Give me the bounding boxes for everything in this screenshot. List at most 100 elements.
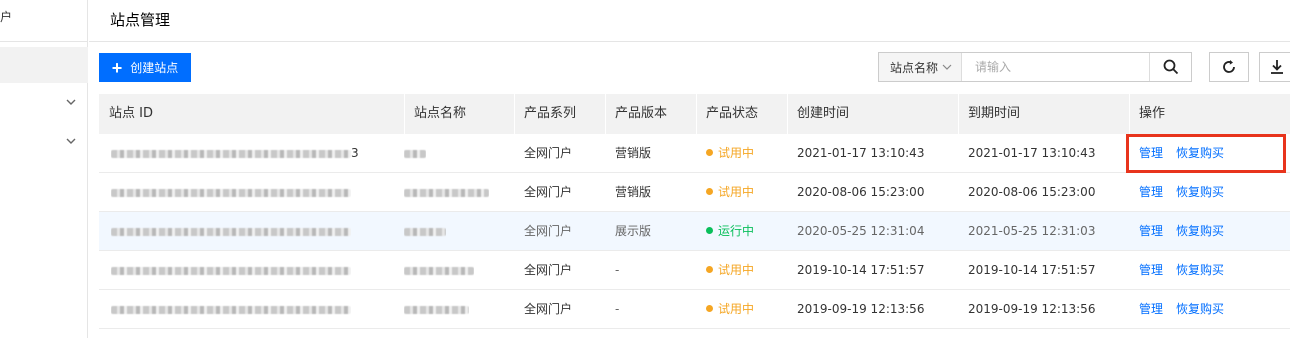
table-row: 全网门户 - 试用中 2019-09-19 12:13:56 2019-09-1… [99,290,1290,329]
chevron-down-icon[interactable] [66,97,76,107]
redacted-id [111,149,351,158]
series-cell: 全网门户 [524,263,573,277]
search-input[interactable] [962,53,1149,81]
version-cell: 营销版 [615,185,652,199]
divider [89,41,1290,42]
status-badge: 试用中 [706,173,754,212]
renew-link[interactable]: 恢复购买 [1176,302,1224,316]
series-cell: 全网门户 [524,146,573,160]
created-cell: 2020-05-25 12:31:04 [797,224,925,238]
table-row: 全网门户 - 试用中 2019-10-14 17:51:57 2019-10-1… [99,251,1290,290]
actions-cell: 管理 恢复购买 [1139,173,1237,212]
series-cell: 全网门户 [524,224,573,238]
site-id-cell [111,290,351,329]
site-name-cell [404,212,446,251]
column-header: 产品系列 [524,106,577,121]
redacted-id [111,266,351,275]
redacted-name [404,266,474,275]
actions-cell: 管理 恢复购买 [1139,212,1237,251]
search-filter-label: 站点名称 [890,60,939,75]
annotation-highlight-box [1126,134,1286,173]
table-header: 站点 ID 站点名称 产品系列 产品版本 产品状态 创建时间 到期时间 操作 [99,94,1290,134]
search-button[interactable] [1149,53,1191,81]
status-badge: 试用中 [706,290,754,329]
search-icon [1163,59,1178,75]
column-header: 站点名称 [414,106,467,121]
site-name-cell [404,290,469,329]
site-name-cell [404,134,426,173]
search-filter-select[interactable]: 站点名称 [879,53,962,81]
created-cell: 2019-10-14 17:51:57 [797,263,925,277]
sidebar-item-active[interactable] [0,47,88,83]
created-cell: 2019-09-19 12:13:56 [797,302,925,316]
column-header: 创建时间 [797,106,850,121]
redacted-name [404,149,426,158]
version-cell: 展示版 [615,224,652,238]
download-button[interactable] [1259,52,1290,82]
series-cell: 全网门户 [524,302,573,316]
sidebar-item-label[interactable]: 户 [0,8,12,25]
status-dot-icon [706,266,713,273]
column-header: 产品版本 [615,106,668,121]
status-dot-icon [706,227,713,234]
refresh-button[interactable] [1209,52,1249,82]
status-badge: 运行中 [706,212,754,251]
search-box: 站点名称 [878,52,1192,82]
sidebar: 户 [0,0,88,338]
redacted-id [111,305,351,314]
divider [0,41,88,42]
plus-icon: + [111,57,123,78]
actions-cell: 管理 恢复购买 [1139,251,1237,290]
expires-cell: 2020-08-06 15:23:00 [968,185,1096,199]
create-site-button[interactable]: + 创建站点 [99,53,191,82]
main-content: 站点管理 + 创建站点 站点名称 站点 ID 站点名称 产品系列 产品版本 产品… [89,0,1290,338]
series-cell: 全网门户 [524,185,573,199]
column-header: 站点 ID [109,106,153,121]
expires-cell: 2019-09-19 12:13:56 [968,302,1096,316]
actions-cell: 管理 恢复购买 [1139,290,1237,329]
manage-link[interactable]: 管理 [1139,224,1163,238]
manage-link[interactable]: 管理 [1139,185,1163,199]
status-badge: 试用中 [706,251,754,290]
site-id-cell [111,251,351,290]
site-id-cell [111,212,351,251]
redacted-name [404,305,469,314]
column-header: 到期时间 [968,106,1021,121]
page-title: 站点管理 [110,11,171,29]
table-row: 3 全网门户 营销版 试用中 2021-01-17 13:10:43 2021-… [99,134,1290,173]
redacted-name [404,227,446,236]
refresh-icon [1223,60,1235,73]
expires-cell: 2021-05-25 12:31:03 [968,224,1096,238]
site-name-cell [404,251,474,290]
column-header: 操作 [1139,106,1166,121]
redacted-id [111,227,351,236]
status-dot-icon [706,188,713,195]
created-cell: 2020-08-06 15:23:00 [797,185,925,199]
expires-cell: 2019-10-14 17:51:57 [968,263,1096,277]
create-site-label: 创建站点 [130,61,179,75]
table-row: 全网门户 展示版 运行中 2020-05-25 12:31:04 2021-05… [99,212,1290,251]
renew-link[interactable]: 恢复购买 [1176,224,1224,238]
status-dot-icon [706,149,713,156]
renew-link[interactable]: 恢复购买 [1176,263,1224,277]
version-cell: - [615,263,620,277]
site-name-cell [404,173,489,212]
status-badge: 试用中 [706,134,754,173]
redacted-id [111,188,351,197]
version-cell: - [615,302,620,316]
chevron-down-icon [942,64,952,70]
manage-link[interactable]: 管理 [1139,302,1163,316]
renew-link[interactable]: 恢复购买 [1176,185,1224,199]
site-id-cell: 3 [111,134,359,173]
version-cell: 营销版 [615,146,652,160]
status-dot-icon [706,305,713,312]
table-row: 全网门户 营销版 试用中 2020-08-06 15:23:00 2020-08… [99,173,1290,212]
expires-cell: 2021-01-17 13:10:43 [968,146,1096,160]
download-icon [1271,60,1283,74]
manage-link[interactable]: 管理 [1139,263,1163,277]
created-cell: 2021-01-17 13:10:43 [797,146,925,160]
site-id-cell [111,173,351,212]
redacted-name [404,188,489,197]
chevron-down-icon[interactable] [66,136,76,146]
column-header: 产品状态 [706,106,759,121]
